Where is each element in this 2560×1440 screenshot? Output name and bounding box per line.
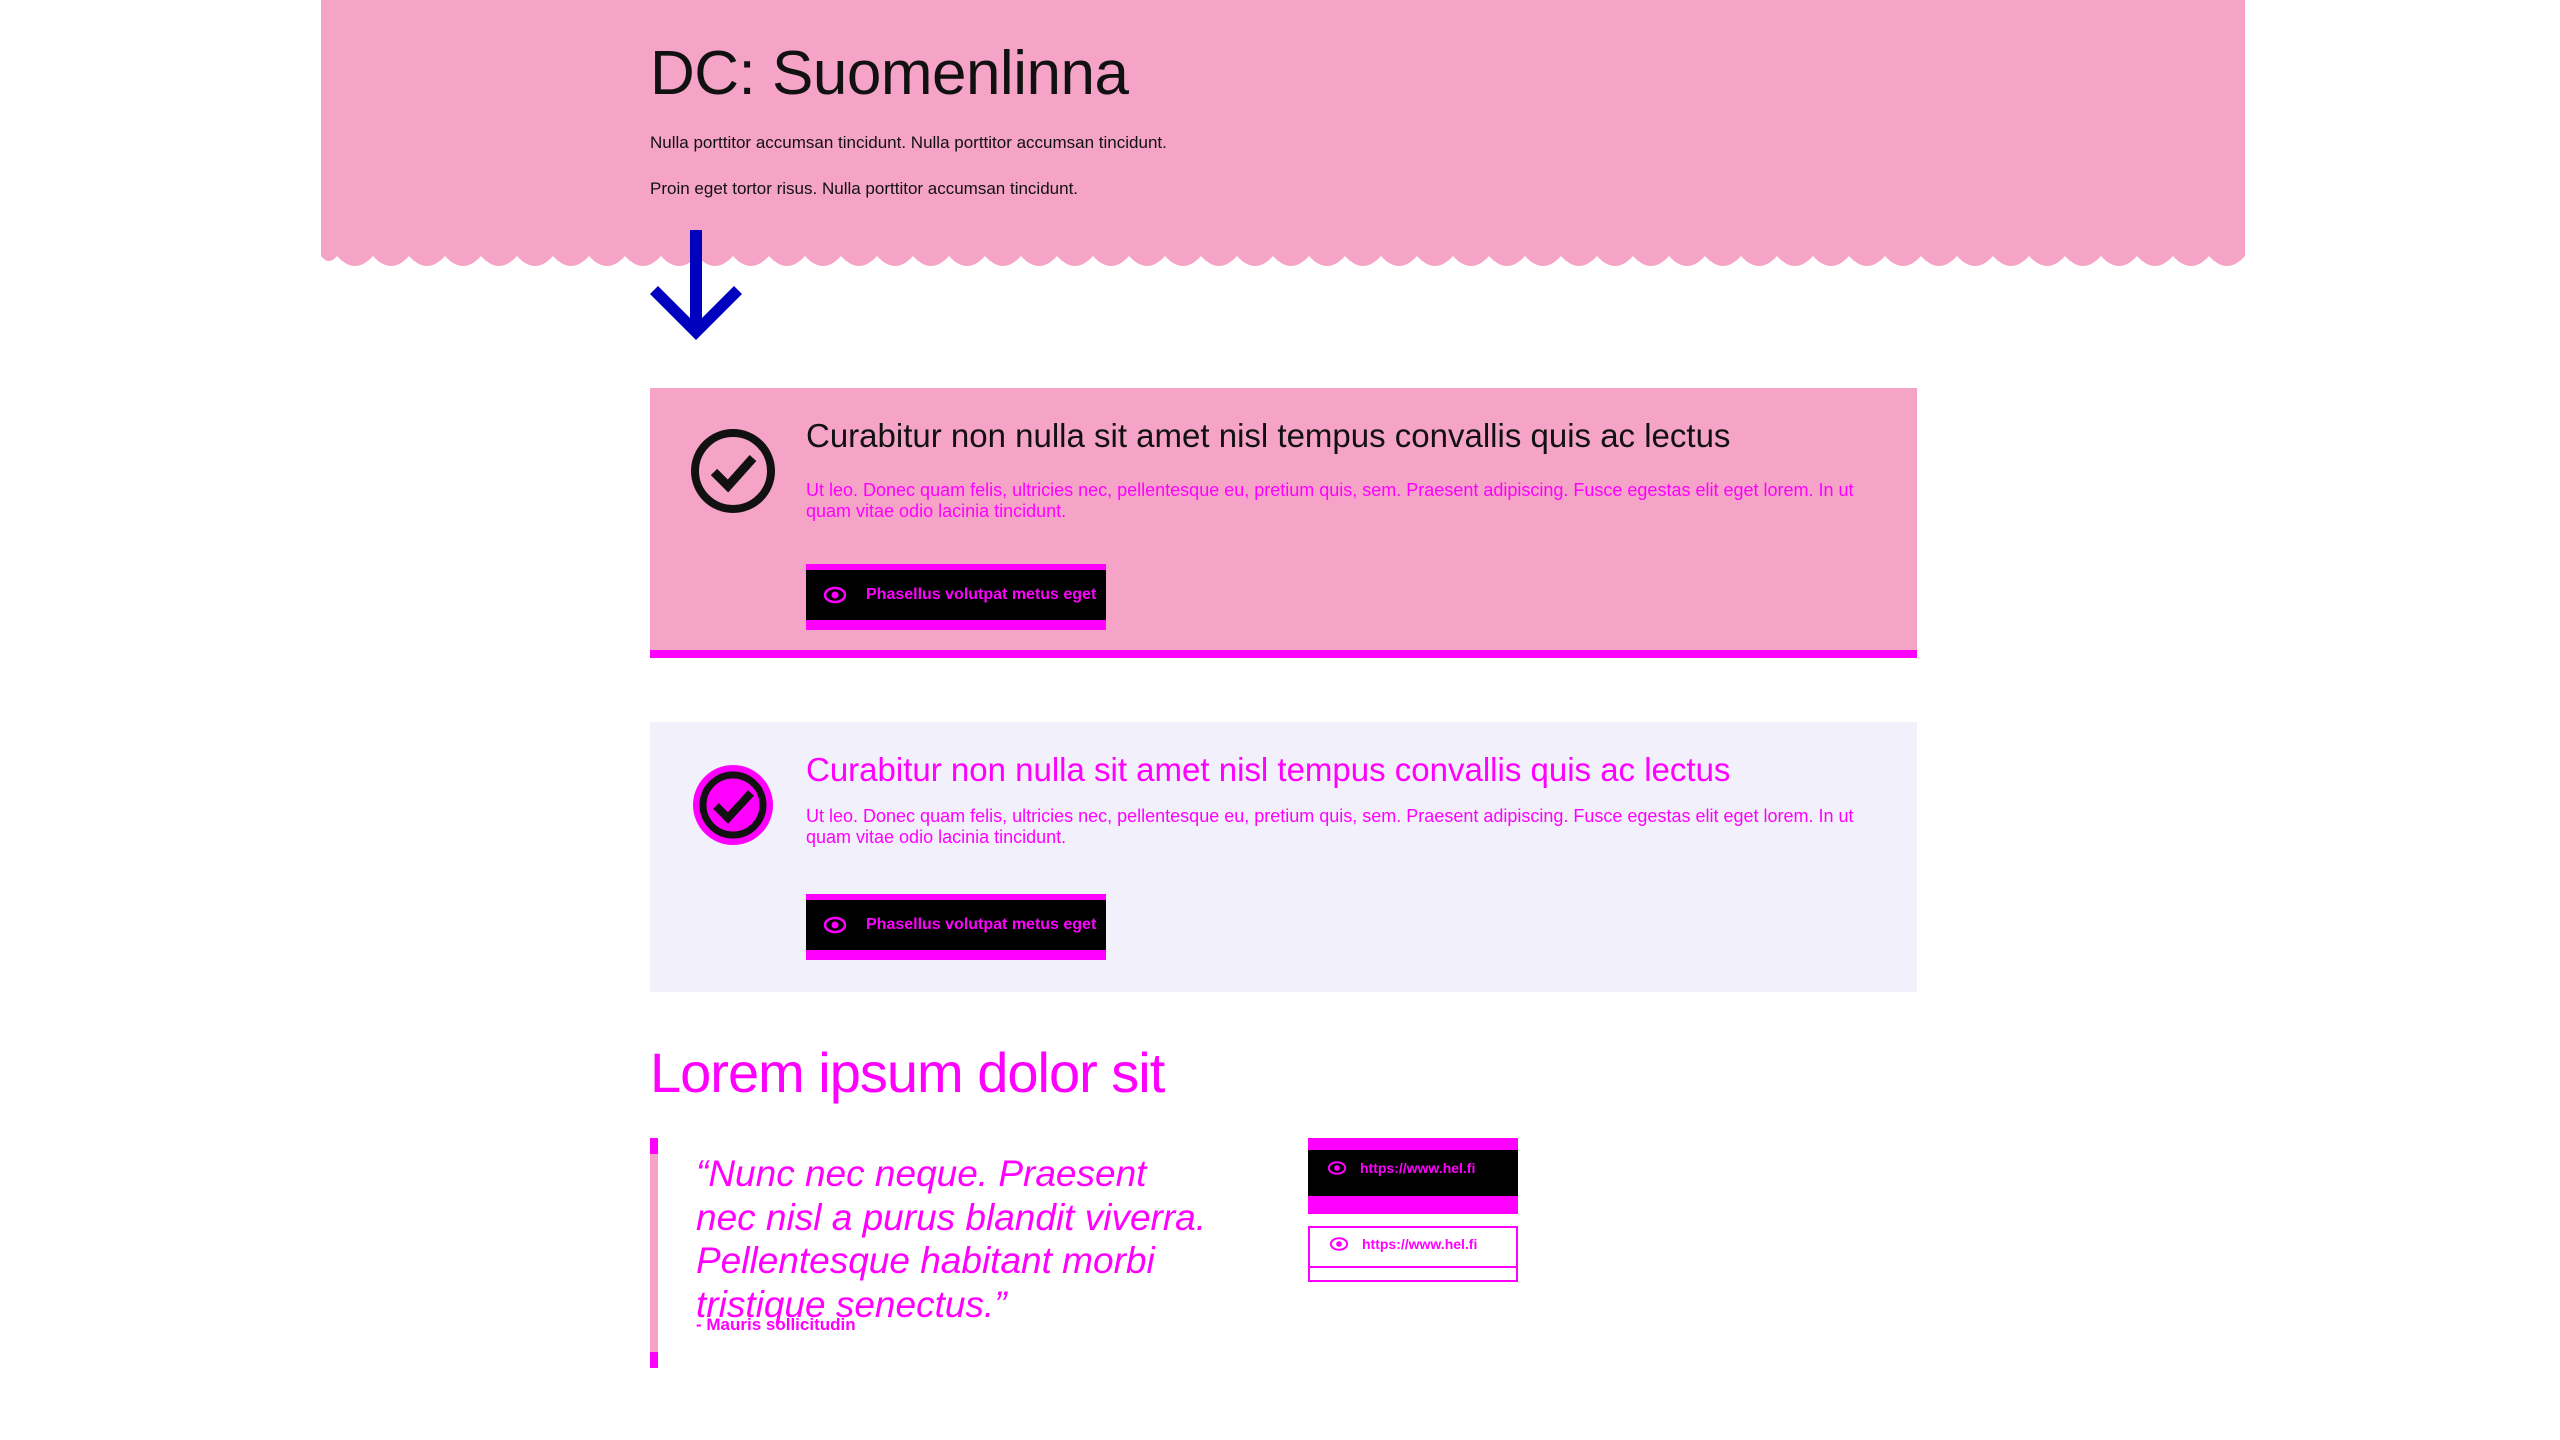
notification-action-button[interactable]: Phasellus volutpat metus eget — [806, 894, 1106, 960]
link-button-secondary[interactable]: https://www.hel.fi — [1308, 1226, 1518, 1282]
check-circle-icon — [691, 429, 775, 513]
notification-action-label: Phasellus volutpat metus eget — [866, 916, 1097, 933]
eye-icon — [824, 916, 846, 934]
notification-text: Ut leo. Donec quam felis, ultricies nec,… — [806, 806, 1854, 847]
eye-icon — [1330, 1237, 1348, 1251]
hero-paragraph-1: Nulla porttitor accumsan tincidunt. Null… — [650, 133, 1167, 152]
blockquote: “Nunc nec neque. Praesent nec nisl a pur… — [650, 1138, 1218, 1368]
link-label: https://www.hel.fi — [1360, 1160, 1476, 1176]
notification-body: Curabitur non nulla sit amet nisl tempus… — [806, 751, 1876, 848]
notification-title: Curabitur non nulla sit amet nisl tempus… — [806, 751, 1731, 788]
notification-body: Curabitur non nulla sit amet nisl tempus… — [806, 417, 1876, 522]
page-title: DC: Suomenlinna — [650, 39, 1129, 108]
section-heading: Lorem ipsum dolor sit — [650, 1041, 1165, 1104]
hero-wave-edge — [321, 250, 2245, 266]
notification-text: Ut leo. Donec quam felis, ultricies nec,… — [806, 480, 1854, 521]
quote-text: “Nunc nec neque. Praesent nec nisl a pur… — [696, 1153, 1207, 1325]
hero-paragraph-2: Proin eget tortor risus. Nulla porttitor… — [650, 179, 1079, 198]
eye-icon — [824, 586, 846, 604]
link-label: https://www.hel.fi — [1362, 1236, 1478, 1252]
quote-author: - Mauris sollicitudin — [696, 1315, 856, 1334]
notification-success-lavender: Curabitur non nulla sit amet nisl tempus… — [650, 722, 1917, 992]
eye-icon — [1328, 1161, 1346, 1175]
hero-content: DC: Suomenlinna Nulla porttitor accumsan… — [650, 38, 1850, 225]
arrow-down-icon — [650, 230, 742, 340]
check-circle-icon — [693, 765, 773, 845]
link-button-primary[interactable]: https://www.hel.fi — [1308, 1138, 1518, 1214]
notification-action-label: Phasellus volutpat metus eget — [866, 586, 1097, 603]
link-buttons: https://www.hel.fi https://www.hel.fi — [1308, 1138, 1518, 1282]
page: DC: Suomenlinna Nulla porttitor accumsan… — [0, 0, 2560, 1440]
notification-success-pink: Curabitur non nulla sit amet nisl tempus… — [650, 388, 1917, 658]
notification-title: Curabitur non nulla sit amet nisl tempus… — [806, 417, 1731, 454]
notification-action-button[interactable]: Phasellus volutpat metus eget — [806, 564, 1106, 630]
